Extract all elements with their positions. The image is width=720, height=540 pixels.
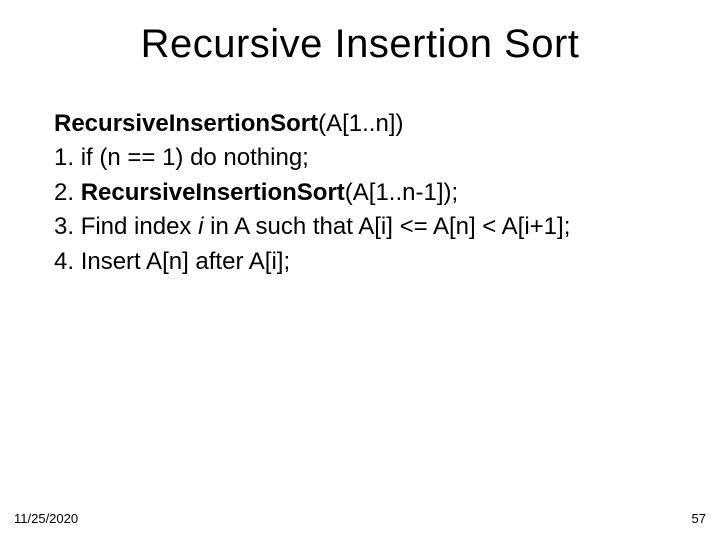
step-3-pre: Find index xyxy=(81,213,192,240)
step-3-var: i xyxy=(198,213,203,240)
step-1-num: 1. xyxy=(54,144,74,171)
step-2-tail: (A[1..n-1]); xyxy=(345,179,458,206)
slide: Recursive Insertion Sort RecursiveInsert… xyxy=(0,0,720,540)
slide-title: Recursive Insertion Sort xyxy=(0,0,720,67)
step-3-num: 3. xyxy=(54,213,74,240)
slide-body: RecursiveInsertionSort(A[1..n]) 1. if (n… xyxy=(54,108,674,280)
step-4: 4. Insert A[n] after A[i]; xyxy=(54,246,674,278)
step-3: 3. Find index i in A such that A[i] <= A… xyxy=(54,211,674,243)
func-args: (A[1..n]) xyxy=(318,110,403,137)
footer-date: 11/25/2020 xyxy=(14,511,78,526)
step-4-text: Insert A[n] after A[i]; xyxy=(81,248,290,275)
step-2-func: RecursiveInsertionSort xyxy=(81,179,345,206)
step-2-num: 2. xyxy=(54,179,74,206)
func-name-bold: RecursiveInsertionSort xyxy=(54,110,318,137)
algorithm-signature: RecursiveInsertionSort(A[1..n]) xyxy=(54,108,674,140)
step-1: 1. if (n == 1) do nothing; xyxy=(54,142,674,174)
step-1-text: if (n == 1) do nothing; xyxy=(81,144,309,171)
step-2: 2. RecursiveInsertionSort(A[1..n-1]); xyxy=(54,177,674,209)
step-4-num: 4. xyxy=(54,248,74,275)
footer-page-number: 57 xyxy=(692,511,706,526)
step-3-post: in A such that A[i] <= A[n] < A[i+1]; xyxy=(210,213,570,240)
